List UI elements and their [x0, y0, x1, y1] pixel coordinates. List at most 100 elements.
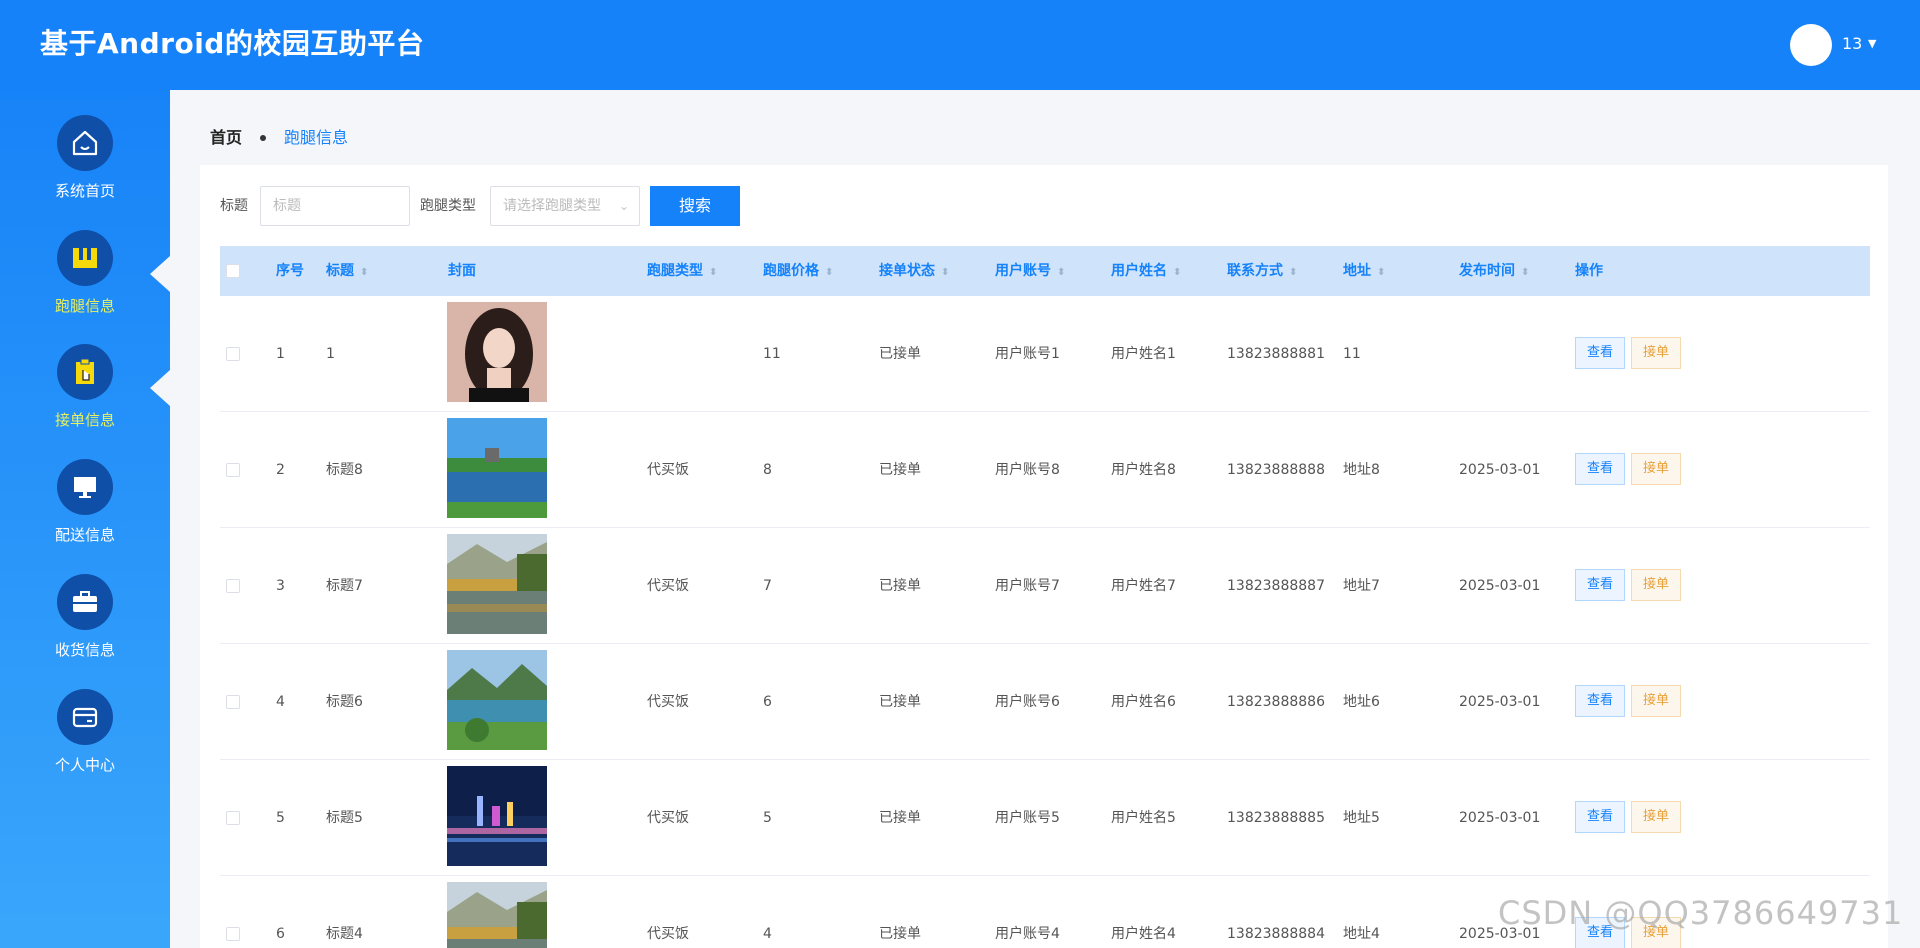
cell-time: 2025-03-01 [1459, 578, 1541, 594]
sidebar-item-label: 跑腿信息 [54, 297, 115, 315]
cover-image [447, 882, 547, 948]
view-button[interactable]: 查看 [1575, 337, 1625, 369]
cell-phone: 13823888886 [1227, 694, 1325, 710]
cell-status: 已接单 [879, 346, 921, 362]
take-order-button[interactable]: 接单 [1631, 453, 1681, 485]
sort-icon[interactable]: ⬍ [1289, 267, 1297, 278]
cell-index: 3 [276, 578, 285, 594]
table-header: 序号 标题 ⬍ 封面 跑腿类型 ⬍ 跑腿价格 ⬍ 接单状态 ⬍ 用户账号 ⬍ 用户姓名 ⬍ … [220, 246, 1870, 296]
sidebar-item-profile[interactable]: 个人中心 [0, 689, 170, 799]
cell-account: 用户账号4 [995, 926, 1060, 942]
cell-address: 地址4 [1343, 926, 1380, 942]
cover-image [447, 650, 547, 750]
cell-index: 1 [276, 346, 285, 362]
home-icon [57, 115, 113, 171]
view-button[interactable]: 查看 [1575, 685, 1625, 717]
column-header-phone[interactable]: 联系方式 ⬍ [1227, 246, 1297, 296]
sidebar: 系统首页 跑腿信息 接单信息 配送信息 收货信息 个人中心 [0, 90, 170, 948]
sort-icon[interactable]: ⬍ [1521, 267, 1529, 278]
title-search-label: 标题 [220, 198, 248, 214]
cell-price: 11 [763, 346, 781, 362]
cell-phone: 13823888887 [1227, 578, 1325, 594]
cell-price: 5 [763, 810, 772, 826]
cell-type: 代买饭 [647, 578, 689, 594]
cell-time: 2025-03-01 [1459, 810, 1541, 826]
cell-price: 8 [763, 462, 772, 478]
sort-icon[interactable]: ⬍ [360, 267, 368, 278]
take-order-button[interactable]: 接单 [1631, 801, 1681, 833]
cell-title: 标题4 [326, 926, 363, 942]
sort-icon[interactable]: ⬍ [1057, 267, 1065, 278]
column-header-actions: 操作 [1575, 263, 1603, 279]
cell-type: 代买饭 [647, 462, 689, 478]
column-header-price[interactable]: 跑腿价格 ⬍ [763, 246, 833, 296]
sidebar-item-label: 配送信息 [54, 526, 115, 544]
view-button[interactable]: 查看 [1575, 453, 1625, 485]
cell-index: 6 [276, 926, 285, 942]
column-header-status[interactable]: 接单状态 ⬍ [879, 246, 949, 296]
cover-image [447, 418, 547, 518]
take-order-button[interactable]: 接单 [1631, 569, 1681, 601]
type-select[interactable]: 请选择跑腿类型 ⌄ [490, 186, 640, 226]
cell-index: 2 [276, 462, 285, 478]
sidebar-item-order-info[interactable]: 接单信息 [0, 344, 170, 454]
sidebar-item-home[interactable]: 系统首页 [0, 115, 170, 225]
row-checkbox[interactable] [226, 463, 240, 477]
search-button[interactable]: 搜索 [650, 186, 740, 226]
sidebar-item-delivery-info[interactable]: 配送信息 [0, 459, 170, 569]
row-checkbox[interactable] [226, 927, 240, 941]
row-checkbox[interactable] [226, 695, 240, 709]
cell-address: 11 [1343, 346, 1361, 362]
sidebar-item-errand-info[interactable]: 跑腿信息 [0, 230, 170, 340]
view-button[interactable]: 查看 [1575, 801, 1625, 833]
briefcase-icon [57, 574, 113, 630]
sort-icon[interactable]: ⬍ [1377, 267, 1385, 278]
monitor-icon [57, 459, 113, 515]
cell-type: 代买饭 [647, 926, 689, 942]
cell-time: 2025-03-01 [1459, 694, 1541, 710]
column-header-cover: 封面 [448, 263, 476, 279]
column-header-type[interactable]: 跑腿类型 ⬍ [647, 246, 717, 296]
column-header-address[interactable]: 地址 ⬍ [1343, 246, 1385, 296]
cell-title: 1 [326, 346, 335, 362]
column-header-title[interactable]: 标题 ⬍ [326, 246, 368, 296]
chevron-down-icon[interactable]: ▼ [1868, 36, 1876, 52]
title-search-input[interactable]: 标题 [260, 186, 410, 226]
cell-phone: 13823888881 [1227, 346, 1325, 362]
avatar[interactable] [1790, 24, 1832, 66]
column-header-account[interactable]: 用户账号 ⬍ [995, 246, 1065, 296]
sort-icon[interactable]: ⬍ [941, 267, 949, 278]
breadcrumb-home[interactable]: 首页 [210, 126, 242, 150]
row-checkbox[interactable] [226, 811, 240, 825]
cell-account: 用户账号6 [995, 694, 1060, 710]
cell-price: 6 [763, 694, 772, 710]
username[interactable]: 13 [1842, 34, 1862, 54]
table-row: 3 标题7 代买饭 7 已接单 用户账号7 用户姓名7 13823888887 … [220, 528, 1870, 644]
take-order-button[interactable]: 接单 [1631, 685, 1681, 717]
column-header-name[interactable]: 用户姓名 ⬍ [1111, 246, 1181, 296]
cell-name: 用户姓名4 [1111, 926, 1176, 942]
cell-index: 4 [276, 694, 285, 710]
column-header-time[interactable]: 发布时间 ⬍ [1459, 246, 1529, 296]
wallet-icon [57, 689, 113, 745]
sort-icon[interactable]: ⬍ [709, 267, 717, 278]
type-select-placeholder: 请选择跑腿类型 [503, 198, 601, 214]
view-button[interactable]: 查看 [1575, 569, 1625, 601]
cell-title: 标题7 [326, 578, 363, 594]
table-row: 5 标题5 代买饭 5 已接单 用户账号5 用户姓名5 13823888885 … [220, 760, 1870, 876]
row-checkbox[interactable] [226, 347, 240, 361]
clipboard-icon [57, 344, 113, 400]
cover-image [447, 534, 547, 634]
column-header-index: 序号 [276, 263, 304, 279]
row-checkbox[interactable] [226, 579, 240, 593]
take-order-button[interactable]: 接单 [1631, 337, 1681, 369]
select-all-checkbox[interactable] [226, 264, 240, 278]
sidebar-item-receipt-info[interactable]: 收货信息 [0, 574, 170, 684]
table-row: 4 标题6 代买饭 6 已接单 用户账号6 用户姓名6 13823888886 … [220, 644, 1870, 760]
sort-icon[interactable]: ⬍ [825, 267, 833, 278]
sort-icon[interactable]: ⬍ [1173, 267, 1181, 278]
cell-name: 用户姓名7 [1111, 578, 1176, 594]
cell-phone: 13823888885 [1227, 810, 1325, 826]
cover-image [447, 302, 547, 402]
cell-account: 用户账号5 [995, 810, 1060, 826]
